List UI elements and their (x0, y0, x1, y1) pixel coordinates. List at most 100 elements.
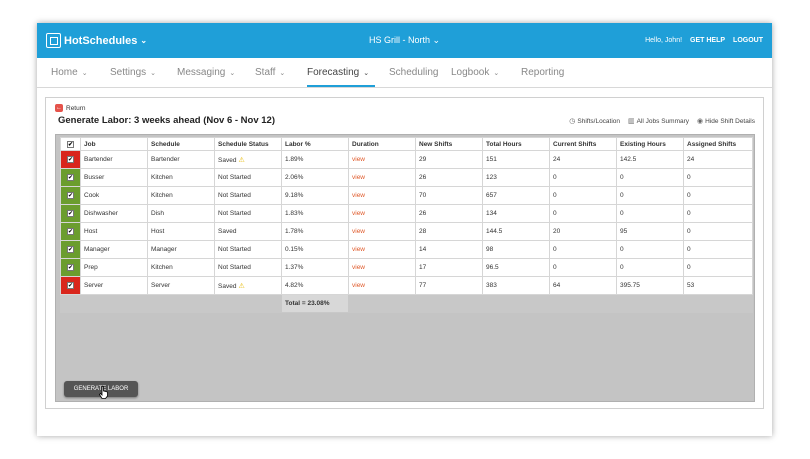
total-spacer (80, 294, 148, 313)
view-link[interactable]: view (352, 156, 365, 163)
nav-settings[interactable]: Settings ⌄ (110, 67, 156, 78)
cell-value: Saved (218, 282, 237, 290)
nav-home[interactable]: Home ⌄ (51, 67, 88, 78)
cell-current-shifts: 0 (549, 240, 617, 259)
row-status-flag[interactable]: ✔ (60, 204, 81, 223)
nav-scheduling[interactable]: Scheduling (389, 67, 438, 78)
cell-labor: 1.37% (281, 258, 349, 277)
shifts-location-toggle[interactable]: ◷ Shifts/Location (569, 117, 620, 126)
row-status-flag[interactable]: ✔ (60, 222, 81, 241)
view-link[interactable]: view (352, 228, 365, 235)
cell-job: Dishwasher (80, 204, 148, 223)
row-status-flag[interactable]: ✔ (60, 258, 81, 277)
column-header[interactable]: Labor % (281, 137, 349, 151)
cell-existing-hours: 142.5 (616, 150, 684, 169)
column-header[interactable]: Existing Hours (616, 137, 684, 151)
view-link[interactable]: view (352, 210, 365, 217)
nav-reporting[interactable]: Reporting (521, 67, 564, 78)
hide-shift-details-toggle[interactable]: ◉ Hide Shift Details (697, 117, 755, 126)
chevron-down-icon: ⌄ (363, 70, 370, 77)
bar-chart-icon: ▥ (628, 118, 635, 125)
cell-value: 123 (486, 174, 497, 181)
cell-value: Server (151, 282, 171, 289)
cell-duration[interactable]: view (348, 150, 416, 169)
nav-logbook[interactable]: Logbook ⌄ (451, 67, 499, 78)
warning-icon: ⚠ (238, 156, 245, 164)
view-link[interactable]: view (352, 174, 365, 181)
select-all-checkbox[interactable]: ✔ (67, 140, 74, 148)
column-header[interactable]: Job (80, 137, 148, 151)
cell-duration[interactable]: view (348, 204, 416, 223)
cell-value: 1.89% (285, 156, 304, 163)
main-nav: Home ⌄ Settings ⌄ Messaging ⌄ Staff ⌄ Foreca… (37, 58, 772, 88)
all-jobs-summary-toggle[interactable]: ▥ All Jobs Summary (628, 117, 689, 126)
cell-new-shifts: 77 (415, 276, 483, 295)
cell-value: 17 (419, 264, 427, 271)
cell-job: Prep (80, 258, 148, 277)
row-status-flag[interactable]: ✔ (60, 276, 81, 295)
view-link[interactable]: view (352, 264, 365, 271)
cell-status: Saved ⚠ (214, 276, 282, 295)
cell-value: 144.5 (486, 228, 503, 235)
cell-value: 142.5 (620, 156, 637, 163)
cell-value: Kitchen (151, 264, 173, 271)
row-status-flag[interactable]: ✔ (60, 150, 81, 169)
row-checkbox[interactable]: ✔ (67, 228, 74, 235)
row-checkbox[interactable]: ✔ (67, 282, 74, 289)
nav-staff[interactable]: Staff ⌄ (255, 67, 285, 78)
view-link[interactable]: view (352, 246, 365, 253)
cell-value: Not Started (218, 210, 251, 217)
view-link[interactable]: view (352, 282, 365, 289)
return-link[interactable]: ← Return (55, 104, 86, 112)
column-header[interactable]: Current Shifts (549, 137, 617, 151)
row-status-flag[interactable]: ✔ (60, 168, 81, 187)
select-all-header[interactable]: ✔ (60, 137, 81, 151)
cell-assigned-shifts: 0 (683, 240, 753, 259)
get-help-link[interactable]: GET HELP (690, 37, 725, 44)
table-header-row: ✔ Job Schedule Schedule Status Labor % D… (60, 137, 753, 151)
cell-value: 0 (620, 264, 624, 271)
row-checkbox[interactable]: ✔ (67, 192, 74, 199)
generate-labor-panel: ← Return Generate Labor: 3 weeks ahead (… (45, 97, 764, 409)
column-header[interactable]: New Shifts (415, 137, 483, 151)
row-status-flag[interactable]: ✔ (60, 240, 81, 259)
cell-existing-hours: 0 (616, 168, 684, 187)
hand-cursor-icon (99, 386, 108, 399)
cell-assigned-shifts: 0 (683, 258, 753, 277)
cell-new-shifts: 17 (415, 258, 483, 277)
cell-value: 134 (486, 210, 497, 217)
column-header[interactable]: Schedule Status (214, 137, 282, 151)
cell-duration[interactable]: view (348, 222, 416, 241)
column-header[interactable]: Assigned Shifts (683, 137, 753, 151)
cell-value: 0.15% (285, 246, 304, 253)
column-header[interactable]: Schedule (147, 137, 215, 151)
row-checkbox[interactable]: ✔ (67, 156, 74, 163)
view-link[interactable]: view (352, 192, 365, 199)
row-checkbox[interactable]: ✔ (67, 264, 74, 271)
chevron-down-icon: ⌄ (150, 70, 157, 77)
nav-messaging[interactable]: Messaging ⌄ (177, 67, 235, 78)
chevron-down-icon: ⌄ (279, 70, 286, 77)
column-header[interactable]: Duration (348, 137, 416, 151)
row-checkbox[interactable]: ✔ (67, 174, 74, 181)
cell-value: 1.83% (285, 210, 304, 217)
cell-existing-hours: 0 (616, 204, 684, 223)
cell-total-hours: 383 (482, 276, 550, 295)
row-checkbox[interactable]: ✔ (67, 210, 74, 217)
nav-forecasting[interactable]: Forecasting ⌄ (307, 67, 369, 78)
user-links: Hello, John! GET HELP LOGOUT (645, 37, 763, 44)
table-row: ✔ Manager Manager Not Started 0.15% view 14 98 0… (60, 240, 753, 259)
nav-label: Reporting (521, 67, 565, 78)
cell-duration[interactable]: view (348, 258, 416, 277)
logout-link[interactable]: LOGOUT (733, 37, 763, 44)
row-status-flag[interactable]: ✔ (60, 186, 81, 205)
cell-duration[interactable]: view (348, 276, 416, 295)
cell-duration[interactable]: view (348, 240, 416, 259)
cell-duration[interactable]: view (348, 186, 416, 205)
cell-total-hours: 98 (482, 240, 550, 259)
column-header[interactable]: Total Hours (482, 137, 550, 151)
total-spacer (214, 294, 282, 313)
cell-current-shifts: 64 (549, 276, 617, 295)
row-checkbox[interactable]: ✔ (67, 246, 74, 253)
cell-duration[interactable]: view (348, 168, 416, 187)
